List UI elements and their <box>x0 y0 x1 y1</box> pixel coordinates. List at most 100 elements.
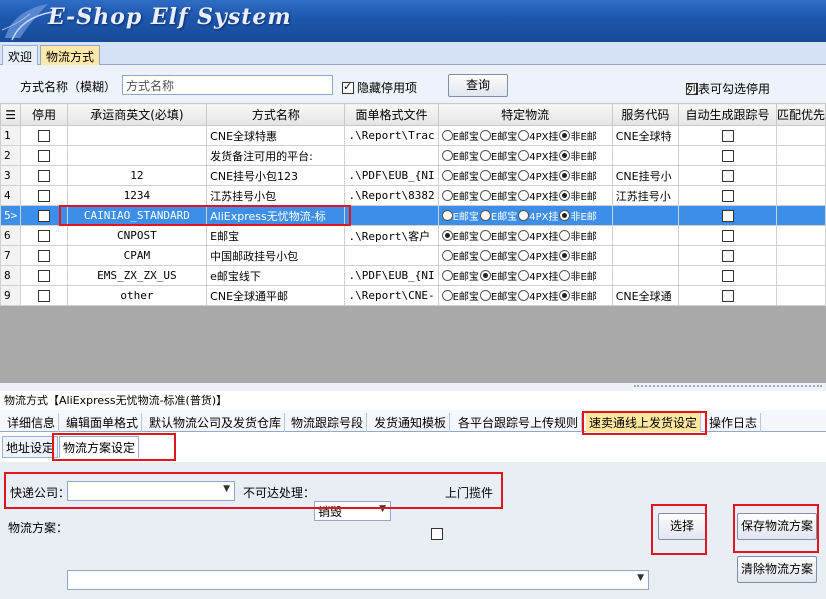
tab-default-company[interactable]: 默认物流公司及发货仓库 <box>146 413 286 432</box>
service-code-cell[interactable]: CNE全球特 <box>611 125 680 146</box>
format-cell[interactable]: .\Report\CNE- <box>344 285 439 306</box>
tab-notify-template[interactable]: 发货通知模板 <box>371 413 451 432</box>
special-logistics-radio[interactable] <box>518 290 530 301</box>
stop-checkbox[interactable] <box>37 250 50 262</box>
format-cell[interactable] <box>344 245 439 266</box>
carrier-cell[interactable]: 1234 <box>66 185 208 206</box>
auto-track-checkbox[interactable] <box>721 250 734 262</box>
auto-track-checkbox[interactable] <box>721 230 734 242</box>
service-code-cell[interactable] <box>611 205 680 226</box>
column-header-service[interactable]: 服务代码 <box>611 103 680 126</box>
special-logistics-radio[interactable] <box>479 190 491 201</box>
carrier-cell[interactable] <box>66 145 208 166</box>
priority-cell[interactable] <box>775 225 826 246</box>
special-logistics-radio[interactable] <box>518 270 530 281</box>
special-logistics-radio[interactable] <box>441 170 453 181</box>
special-logistics-radio[interactable] <box>559 290 571 301</box>
name-cell[interactable]: e邮宝线下 <box>206 265 346 286</box>
service-code-cell[interactable] <box>611 145 680 166</box>
special-logistics-radio[interactable] <box>479 170 491 181</box>
auto-track-checkbox[interactable] <box>721 150 734 162</box>
special-logistics-radio[interactable] <box>441 290 453 301</box>
special-logistics-radio[interactable] <box>441 250 453 261</box>
format-cell[interactable]: .\PDF\EUB_{NI <box>344 265 439 286</box>
special-logistics-radio[interactable] <box>518 210 530 221</box>
select-plan-button[interactable]: 选择 <box>658 513 706 540</box>
special-logistics-radio[interactable] <box>559 170 571 181</box>
splitter-handle[interactable] <box>0 383 826 391</box>
special-logistics-radio[interactable] <box>441 270 453 281</box>
name-cell[interactable]: 江苏挂号小包 <box>206 185 346 206</box>
table-row[interactable]: 8 EMS_ZX_ZX_US e邮宝线下 .\PDF\EUB_{NI E邮宝 E邮宝 4PX… <box>0 265 826 286</box>
carrier-cell[interactable]: other <box>66 285 208 306</box>
format-cell[interactable] <box>344 145 439 166</box>
name-cell[interactable]: CNE挂号小包123 <box>206 165 346 186</box>
table-row[interactable]: 7 CPAM 中国邮政挂号小包 E邮宝 E邮宝 4PX挂 非E邮 <box>0 245 826 266</box>
tab-upload-rules[interactable]: 各平台跟踪号上传规则 <box>455 413 583 432</box>
column-header-name[interactable]: 方式名称 <box>206 103 346 126</box>
special-logistics-radio[interactable] <box>518 150 530 161</box>
stop-checkbox[interactable] <box>37 130 50 142</box>
name-cell[interactable]: 发货备注可用的平台: <box>206 145 346 166</box>
name-filter-input[interactable]: 方式名称 <box>122 75 333 95</box>
service-code-cell[interactable]: CNE挂号小 <box>611 165 680 186</box>
priority-cell[interactable] <box>775 125 826 146</box>
name-cell[interactable]: CNE全球通平邮 <box>206 285 346 306</box>
table-row[interactable]: 5> CAINIAO_STANDARD AliExpress无忧物流-标 E邮宝 E邮宝… <box>0 205 826 226</box>
special-logistics-radio[interactable] <box>479 130 491 141</box>
tab-operation-log[interactable]: 操作日志 <box>706 413 762 432</box>
priority-cell[interactable] <box>775 245 826 266</box>
stop-checkbox[interactable] <box>37 270 50 282</box>
table-row[interactable]: 1 CNE全球特惠 .\Report\Trac E邮宝 E邮宝 4PX挂 非E邮 CNE全球特 <box>0 125 826 146</box>
priority-cell[interactable] <box>775 145 826 166</box>
auto-track-checkbox[interactable] <box>721 170 734 182</box>
special-logistics-radio[interactable] <box>518 130 530 141</box>
carrier-cell[interactable]: 12 <box>66 165 208 186</box>
service-code-cell[interactable] <box>611 225 680 246</box>
tab-address-settings[interactable]: 地址设定 <box>2 436 59 458</box>
auto-track-checkbox[interactable] <box>721 210 734 222</box>
special-logistics-radio[interactable] <box>479 210 491 221</box>
special-logistics-radio[interactable] <box>479 270 491 281</box>
special-logistics-radio[interactable] <box>559 150 571 161</box>
stop-checkbox[interactable] <box>37 190 50 202</box>
auto-track-checkbox[interactable] <box>721 290 734 302</box>
hide-disabled-checkbox[interactable] <box>342 80 354 94</box>
tab-aliexpress-shipping[interactable]: 速卖通线上发货设定 <box>586 413 702 432</box>
special-logistics-radio[interactable] <box>559 130 571 141</box>
query-button[interactable]: 查询 <box>448 74 508 97</box>
service-code-cell[interactable]: CNE全球通 <box>611 285 680 306</box>
carrier-cell[interactable] <box>66 125 208 146</box>
carrier-cell[interactable]: CPAM <box>66 245 208 266</box>
table-row[interactable]: 3 12 CNE挂号小包123 .\PDF\EUB_{NI E邮宝 E邮宝 4PX挂 非E邮 C… <box>0 165 826 186</box>
stop-checkbox[interactable] <box>37 210 50 222</box>
save-plan-button[interactable]: 保存物流方案 <box>737 513 817 540</box>
pickup-checkbox[interactable] <box>431 527 443 540</box>
name-cell[interactable]: E邮宝 <box>206 225 346 246</box>
column-header-auto-track[interactable]: 自动生成跟踪号 <box>678 103 777 126</box>
tab-tracking-range[interactable]: 物流跟踪号段 <box>288 413 368 432</box>
format-cell[interactable]: .\PDF\EUB_{NI <box>344 165 439 186</box>
stop-checkbox[interactable] <box>37 290 50 302</box>
stop-checkbox[interactable] <box>37 170 50 182</box>
column-header-stop[interactable]: 停用 <box>20 103 68 126</box>
plan-select[interactable]: ▼ <box>67 570 649 590</box>
special-logistics-radio[interactable] <box>441 130 453 141</box>
auto-track-checkbox[interactable] <box>721 190 734 202</box>
carrier-cell[interactable]: CAINIAO_STANDARD <box>66 205 208 226</box>
table-row[interactable]: 6 CNPOST E邮宝 .\Report\客户 E邮宝 E邮宝 4PX挂 非E邮 <box>0 225 826 246</box>
name-cell[interactable]: AliExpress无忧物流-标 <box>206 205 346 226</box>
unreachable-select[interactable]: 销毁 ▼ <box>314 501 391 521</box>
special-logistics-radio[interactable] <box>518 250 530 261</box>
tab-plan-settings[interactable]: 物流方案设定 <box>59 436 140 458</box>
special-logistics-radio[interactable] <box>518 190 530 201</box>
column-header-carrier[interactable]: 承运商英文(必填) <box>66 103 208 126</box>
special-logistics-radio[interactable] <box>559 270 571 281</box>
carrier-cell[interactable]: EMS_ZX_ZX_US <box>66 265 208 286</box>
format-cell[interactable]: .\Report\8382 <box>344 185 439 206</box>
priority-cell[interactable] <box>775 285 826 306</box>
tab-logistics[interactable]: 物流方式 <box>40 45 101 65</box>
special-logistics-radio[interactable] <box>441 190 453 201</box>
special-logistics-radio[interactable] <box>559 230 571 241</box>
special-logistics-radio[interactable] <box>518 170 530 181</box>
